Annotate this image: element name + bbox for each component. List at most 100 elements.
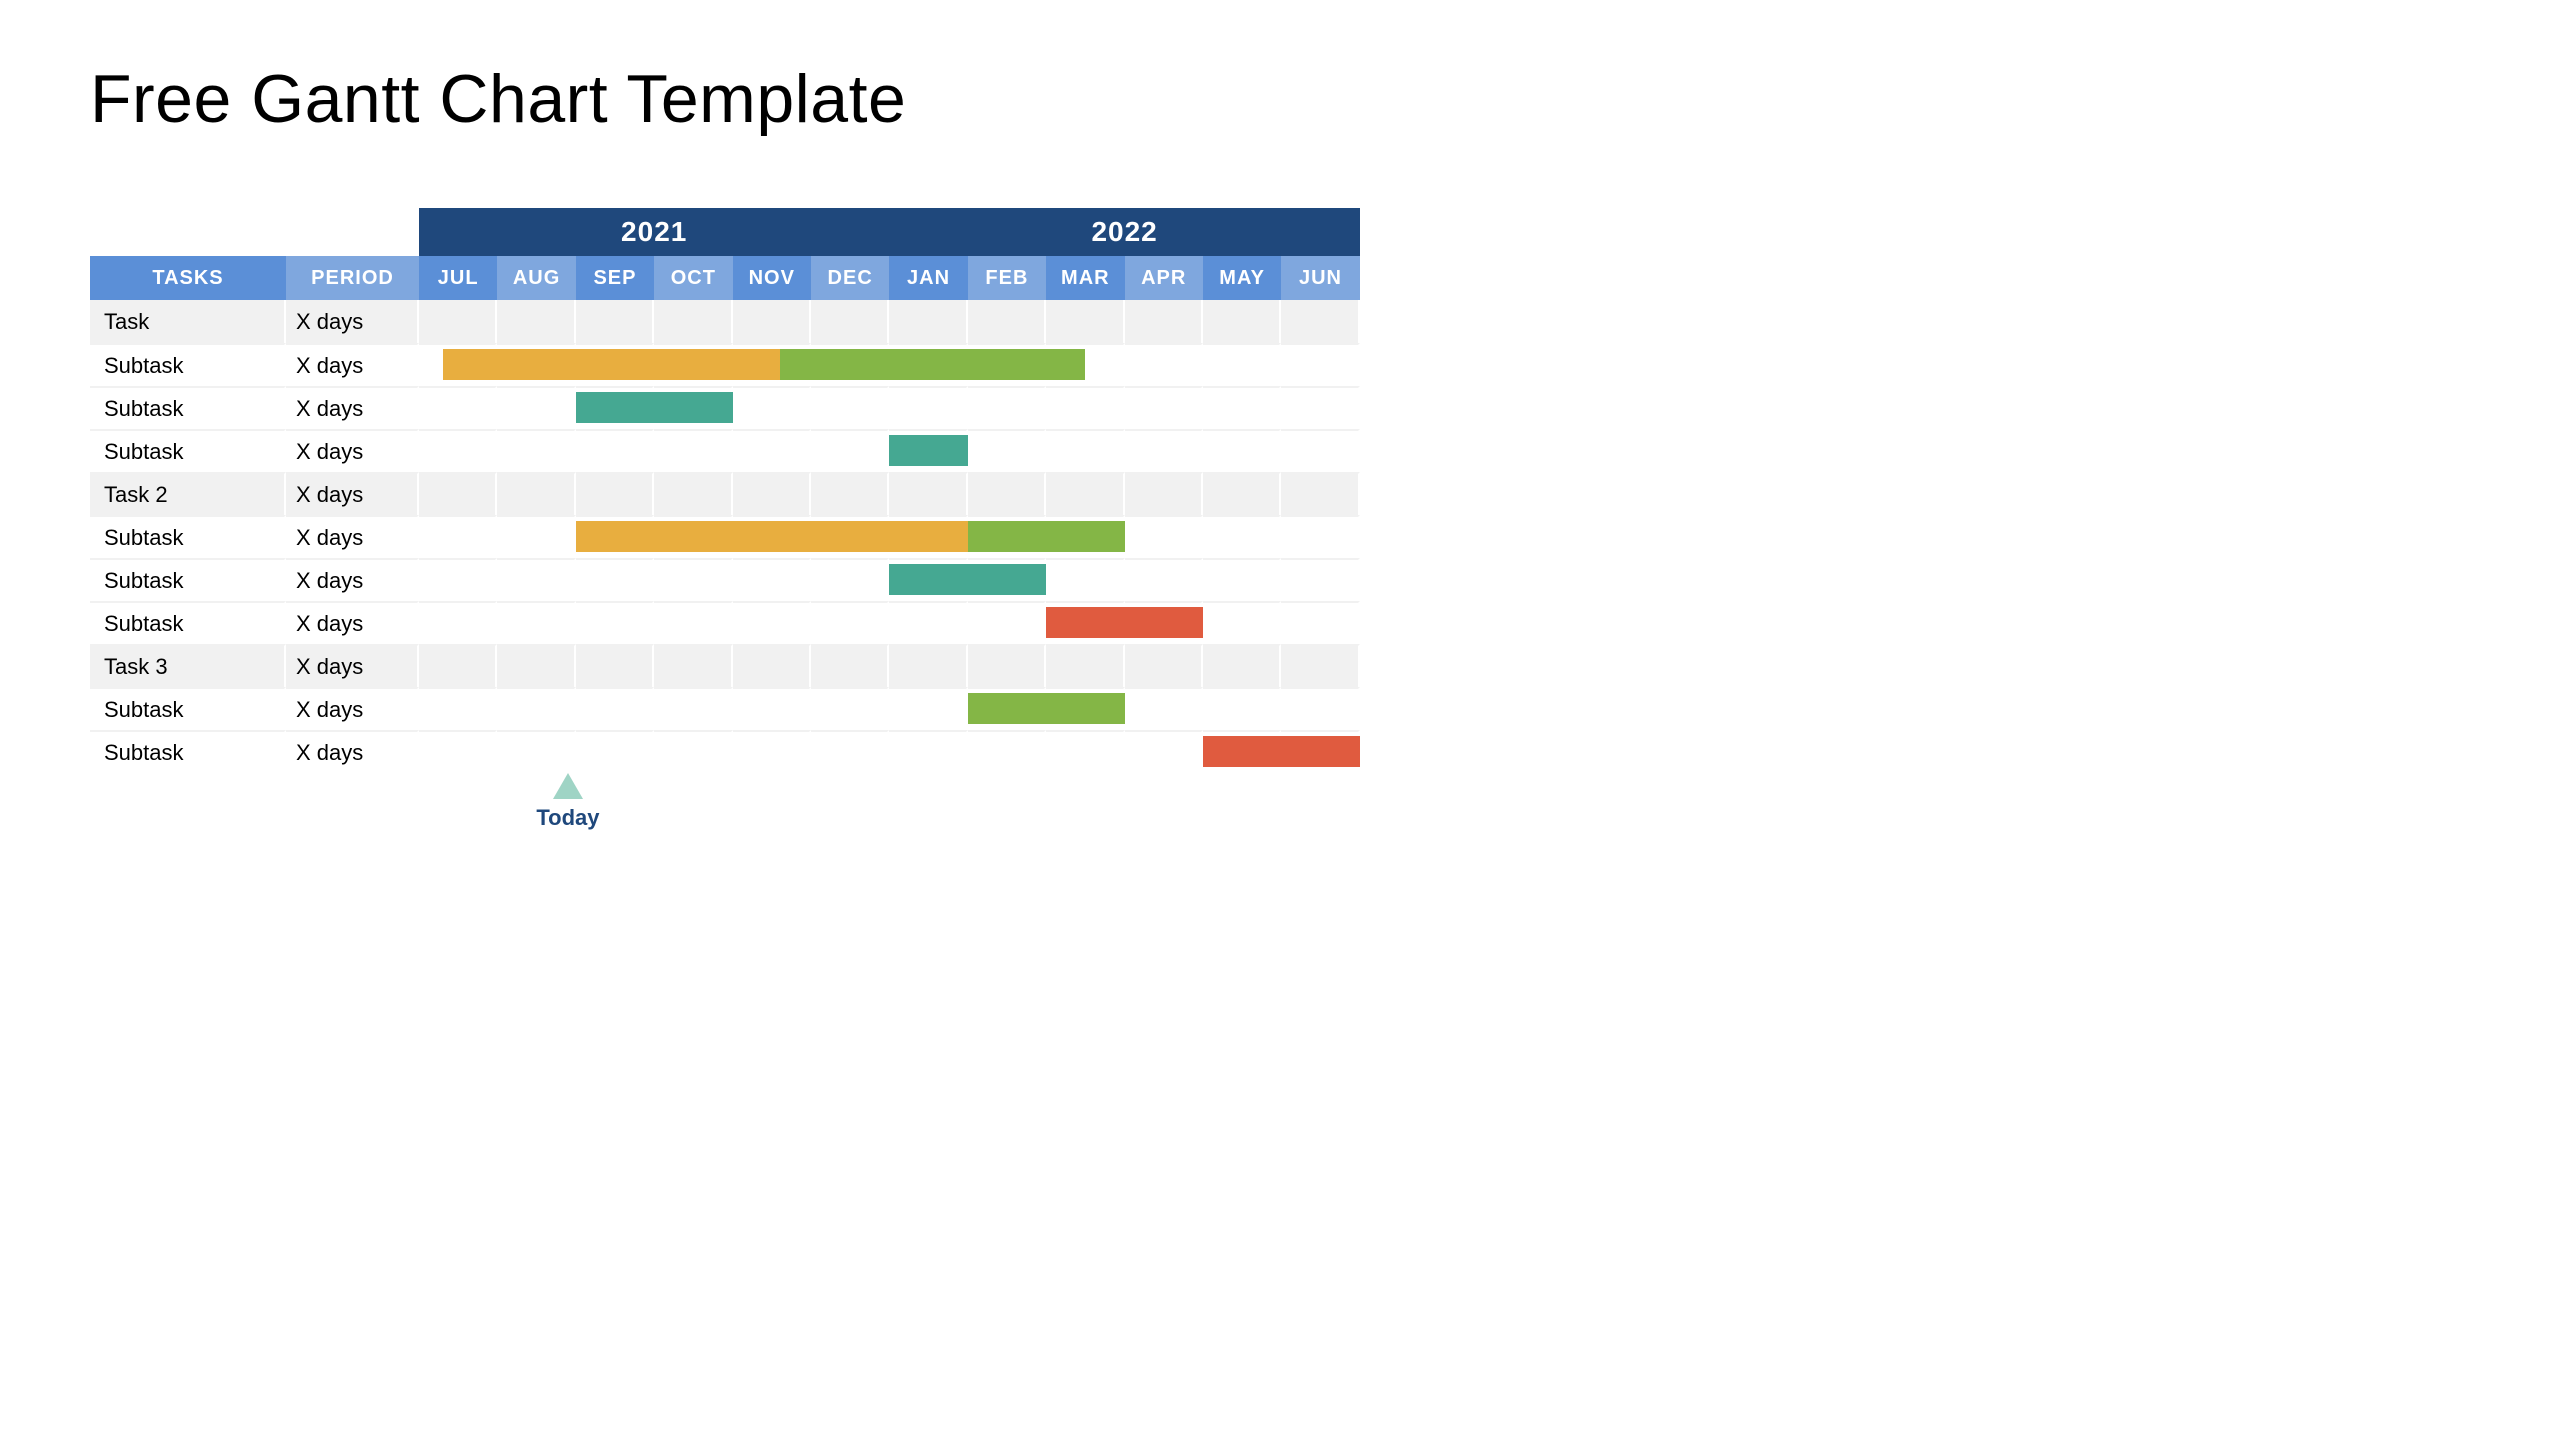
gantt-row: SubtaskX days bbox=[90, 429, 1360, 472]
timeline-cell bbox=[654, 472, 732, 515]
timeline-cell bbox=[1125, 429, 1203, 472]
month-cell: FEB bbox=[968, 256, 1046, 300]
task-period: X days bbox=[286, 429, 419, 472]
gantt-month-header: TASKS PERIOD JULAUGSEPOCTNOVDECJANFEBMAR… bbox=[90, 256, 1360, 300]
timeline-cell bbox=[654, 687, 732, 730]
timeline-cell bbox=[811, 558, 889, 601]
timeline-cell bbox=[419, 472, 497, 515]
gantt-bar bbox=[576, 392, 733, 423]
gantt-bar bbox=[576, 521, 968, 552]
timeline-cell bbox=[733, 687, 811, 730]
gantt-row: SubtaskX days bbox=[90, 558, 1360, 601]
timeline-cell bbox=[654, 644, 732, 687]
task-period: X days bbox=[286, 558, 419, 601]
timeline-cell bbox=[497, 472, 575, 515]
timeline-cell bbox=[497, 558, 575, 601]
timeline-cell bbox=[1203, 515, 1281, 558]
timeline bbox=[419, 687, 1360, 730]
timeline-cell bbox=[733, 429, 811, 472]
gantt-group-row: Task 2X days bbox=[90, 472, 1360, 515]
gantt-row: SubtaskX days bbox=[90, 515, 1360, 558]
timeline-cell bbox=[889, 644, 967, 687]
task-period: X days bbox=[286, 687, 419, 730]
timeline-cell bbox=[1046, 730, 1124, 773]
timeline bbox=[419, 515, 1360, 558]
timeline-cell bbox=[733, 601, 811, 644]
timeline bbox=[419, 472, 1360, 515]
month-cell: NOV bbox=[733, 256, 811, 300]
timeline-cell bbox=[419, 644, 497, 687]
timeline-cell bbox=[419, 386, 497, 429]
timeline-cell bbox=[1125, 687, 1203, 730]
timeline bbox=[419, 644, 1360, 687]
timeline-cell bbox=[1125, 644, 1203, 687]
gantt-row: SubtaskX days bbox=[90, 730, 1360, 773]
timeline bbox=[419, 429, 1360, 472]
timeline-cell bbox=[1281, 601, 1359, 644]
timeline-cell bbox=[733, 644, 811, 687]
task-name: Subtask bbox=[90, 687, 286, 730]
timeline-cell bbox=[576, 472, 654, 515]
task-name: Task bbox=[90, 300, 286, 343]
header-period: PERIOD bbox=[286, 256, 419, 300]
timeline-cell bbox=[1125, 300, 1203, 343]
timeline-cell bbox=[968, 730, 1046, 773]
month-cell: OCT bbox=[654, 256, 732, 300]
timeline-cell bbox=[1203, 558, 1281, 601]
timeline-cell bbox=[1125, 386, 1203, 429]
timeline-cell bbox=[497, 687, 575, 730]
timeline-cell bbox=[497, 386, 575, 429]
task-period: X days bbox=[286, 386, 419, 429]
timeline-cell bbox=[968, 386, 1046, 429]
timeline-cell bbox=[419, 515, 497, 558]
timeline-cell bbox=[576, 558, 654, 601]
timeline-cell bbox=[733, 300, 811, 343]
timeline-cell bbox=[811, 472, 889, 515]
timeline-cell bbox=[1281, 300, 1359, 343]
header-spacer bbox=[90, 208, 419, 256]
timeline-cell bbox=[968, 472, 1046, 515]
timeline-cell bbox=[1046, 472, 1124, 515]
timeline-cell bbox=[497, 429, 575, 472]
gantt-group-row: Task 3X days bbox=[90, 644, 1360, 687]
timeline-cell bbox=[576, 644, 654, 687]
timeline-cell bbox=[811, 730, 889, 773]
month-cell: AUG bbox=[497, 256, 575, 300]
gantt-bar bbox=[889, 435, 967, 466]
timeline-cell bbox=[1125, 343, 1203, 386]
timeline-cell bbox=[968, 601, 1046, 644]
timeline-cell bbox=[1125, 472, 1203, 515]
task-period: X days bbox=[286, 343, 419, 386]
gantt-row: SubtaskX days bbox=[90, 601, 1360, 644]
task-period: X days bbox=[286, 644, 419, 687]
month-cell: JAN bbox=[889, 256, 967, 300]
gantt-group-row: TaskX days bbox=[90, 300, 1360, 343]
timeline-cell bbox=[497, 601, 575, 644]
month-cell: MAY bbox=[1203, 256, 1281, 300]
task-name: Subtask bbox=[90, 343, 286, 386]
timeline-cell bbox=[1046, 644, 1124, 687]
header-tasks: TASKS bbox=[90, 256, 286, 300]
task-period: X days bbox=[286, 472, 419, 515]
timeline-cell bbox=[1203, 429, 1281, 472]
timeline-cell bbox=[889, 300, 967, 343]
timeline-cell bbox=[889, 472, 967, 515]
timeline-cell bbox=[654, 730, 732, 773]
timeline-cell bbox=[576, 687, 654, 730]
task-name: Subtask bbox=[90, 730, 286, 773]
timeline bbox=[419, 558, 1360, 601]
month-cell: JUN bbox=[1281, 256, 1359, 300]
timeline-cell bbox=[1203, 644, 1281, 687]
timeline-cell bbox=[419, 730, 497, 773]
gantt-year-header: 20212022 bbox=[90, 208, 1360, 256]
timeline-cell bbox=[654, 558, 732, 601]
task-period: X days bbox=[286, 730, 419, 773]
gantt-row: SubtaskX days bbox=[90, 386, 1360, 429]
timeline-cell bbox=[968, 429, 1046, 472]
timeline-cell bbox=[811, 429, 889, 472]
timeline-cell bbox=[419, 558, 497, 601]
timeline-cell bbox=[1281, 472, 1359, 515]
timeline bbox=[419, 386, 1360, 429]
task-name: Subtask bbox=[90, 601, 286, 644]
timeline-cell bbox=[576, 429, 654, 472]
